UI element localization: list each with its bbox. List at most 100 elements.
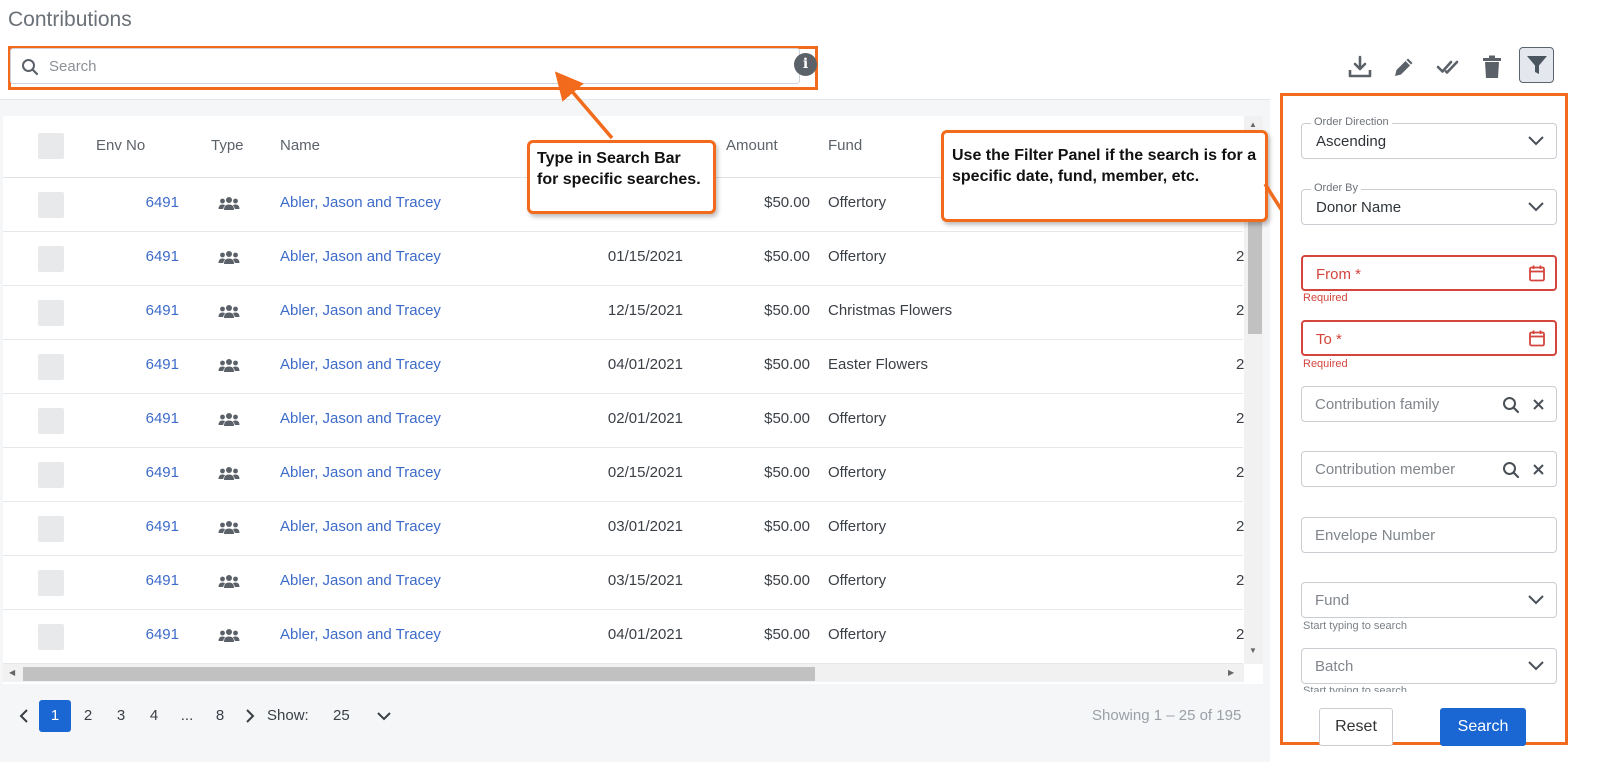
table-row[interactable]: 6491 Abler, Jason and Tracey 12/15/2021 $50… (3, 286, 1244, 340)
page-button-8[interactable]: 8 (204, 700, 236, 732)
to-date-field[interactable]: To * (1301, 320, 1557, 356)
page-button-3[interactable]: 3 (105, 700, 137, 732)
contribution-amount: $50.00 (764, 248, 810, 265)
search-button[interactable]: Search (1440, 708, 1526, 746)
search-icon[interactable] (1502, 461, 1520, 479)
row-checkbox[interactable] (38, 300, 64, 326)
reset-button[interactable]: Reset (1319, 708, 1393, 746)
scroll-up-arrow[interactable]: ▲ (1249, 120, 1257, 129)
contribution-family-placeholder: Contribution family (1315, 396, 1440, 413)
column-header-type[interactable]: Type (211, 137, 244, 154)
env-no-link[interactable]: 6491 (113, 248, 179, 265)
donor-name-link[interactable]: Abler, Jason and Tracey (280, 194, 441, 211)
truncated-column-value: 2 (1236, 410, 1244, 427)
family-icon (218, 359, 240, 372)
delete-button[interactable] (1475, 50, 1509, 84)
show-label: Show: (267, 707, 309, 724)
edit-button[interactable] (1387, 50, 1421, 84)
table-row[interactable]: 6491 Abler, Jason and Tracey 03/15/2021 $50… (3, 556, 1244, 610)
from-date-field[interactable]: From * (1301, 255, 1557, 291)
chevron-down-icon[interactable] (376, 711, 392, 721)
truncated-column-value: 2 (1236, 356, 1244, 373)
env-no-link[interactable]: 6491 (113, 518, 179, 535)
select-all-checkbox[interactable] (38, 133, 64, 159)
table-row[interactable]: 6491 Abler, Jason and Tracey 01/15/2021 $50… (3, 232, 1244, 286)
scroll-right-arrow[interactable]: ▶ (1228, 668, 1234, 677)
envelope-number-field[interactable]: Envelope Number (1301, 517, 1557, 553)
column-header-env-no[interactable]: Env No (96, 137, 145, 154)
table-row[interactable]: 6491 Abler, Jason and Tracey 02/01/2021 $50… (3, 394, 1244, 448)
scroll-left-arrow[interactable]: ◀ (9, 668, 15, 677)
contribution-fund: Offertory (828, 572, 887, 589)
row-checkbox[interactable] (38, 246, 64, 272)
calendar-icon[interactable] (1528, 329, 1546, 347)
donor-name-link[interactable]: Abler, Jason and Tracey (280, 464, 441, 481)
row-checkbox[interactable] (38, 570, 64, 596)
contribution-fund: Offertory (828, 626, 887, 643)
family-icon (218, 575, 240, 588)
contribution-family-field[interactable]: Contribution family (1301, 386, 1557, 422)
batch-placeholder: Batch (1315, 658, 1354, 675)
row-checkbox[interactable] (38, 408, 64, 434)
approve-button[interactable] (1431, 50, 1465, 84)
family-icon (218, 305, 240, 318)
donor-name-link[interactable]: Abler, Jason and Tracey (280, 572, 441, 589)
table-row[interactable]: 6491 Abler, Jason and Tracey 02/15/2021 $50… (3, 448, 1244, 502)
contribution-amount: $50.00 (764, 626, 810, 643)
to-date-error: Required (1303, 358, 1348, 370)
donor-name-link[interactable]: Abler, Jason and Tracey (280, 410, 441, 427)
donor-name-link[interactable]: Abler, Jason and Tracey (280, 626, 441, 643)
env-no-link[interactable]: 6491 (113, 464, 179, 481)
row-checkbox[interactable] (38, 462, 64, 488)
search-icon[interactable] (1502, 396, 1520, 414)
row-checkbox[interactable] (38, 354, 64, 380)
edit-icon (1395, 58, 1413, 76)
contribution-date: 03/15/2021 (607, 572, 683, 589)
search-input[interactable] (49, 55, 769, 77)
next-page-icon[interactable] (244, 708, 256, 724)
showing-count: Showing 1 – 25 of 195 (1092, 707, 1242, 724)
download-button[interactable] (1343, 50, 1377, 84)
contribution-date: 01/15/2021 (607, 248, 683, 265)
row-checkbox[interactable] (38, 516, 64, 542)
column-header-amount[interactable]: Amount (726, 137, 778, 154)
page-button-1[interactable]: 1 (39, 700, 71, 732)
table-row[interactable]: 6491 Abler, Jason and Tracey 03/01/2021 $50… (3, 502, 1244, 556)
contribution-date: 04/01/2021 (607, 356, 683, 373)
row-checkbox[interactable] (38, 192, 64, 218)
page-button-4[interactable]: 4 (138, 700, 170, 732)
close-icon[interactable] (1532, 463, 1545, 476)
column-header-fund[interactable]: Fund (828, 137, 862, 154)
previous-page-icon[interactable] (18, 708, 30, 724)
fund-select[interactable]: Fund (1301, 582, 1557, 618)
info-icon[interactable]: i (794, 53, 817, 76)
donor-name-link[interactable]: Abler, Jason and Tracey (280, 356, 441, 373)
env-no-link[interactable]: 6491 (113, 356, 179, 373)
donor-name-link[interactable]: Abler, Jason and Tracey (280, 248, 441, 265)
filter-toggle-button[interactable] (1519, 47, 1554, 83)
scroll-down-arrow[interactable]: ▼ (1249, 646, 1257, 655)
contribution-member-field[interactable]: Contribution member (1301, 451, 1557, 487)
column-header-name[interactable]: Name (280, 137, 320, 154)
env-no-link[interactable]: 6491 (113, 194, 179, 211)
table-row[interactable]: 6491 Abler, Jason and Tracey 04/01/2021 $50… (3, 340, 1244, 394)
page-button-2[interactable]: 2 (72, 700, 104, 732)
batch-select[interactable]: Batch (1301, 648, 1557, 684)
env-no-link[interactable]: 6491 (113, 626, 179, 643)
table-row[interactable]: 6491 Abler, Jason and Tracey 04/01/2021 $50… (3, 610, 1244, 664)
horizontal-scroll-thumb[interactable] (23, 667, 815, 681)
donor-name-link[interactable]: Abler, Jason and Tracey (280, 302, 441, 319)
order-by-select[interactable]: Order By Donor Name (1301, 182, 1557, 225)
env-no-link[interactable]: 6491 (113, 572, 179, 589)
chevron-down-icon (1528, 136, 1544, 146)
search-field[interactable] (10, 48, 800, 84)
calendar-icon[interactable] (1528, 264, 1546, 282)
env-no-link[interactable]: 6491 (113, 410, 179, 427)
close-icon[interactable] (1532, 398, 1545, 411)
order-direction-select[interactable]: Order Direction Ascending (1301, 116, 1557, 159)
horizontal-scrollbar[interactable]: ◀ ▶ (3, 664, 1244, 682)
page-size-select[interactable]: 25 (333, 707, 350, 724)
donor-name-link[interactable]: Abler, Jason and Tracey (280, 518, 441, 535)
env-no-link[interactable]: 6491 (113, 302, 179, 319)
row-checkbox[interactable] (38, 624, 64, 650)
